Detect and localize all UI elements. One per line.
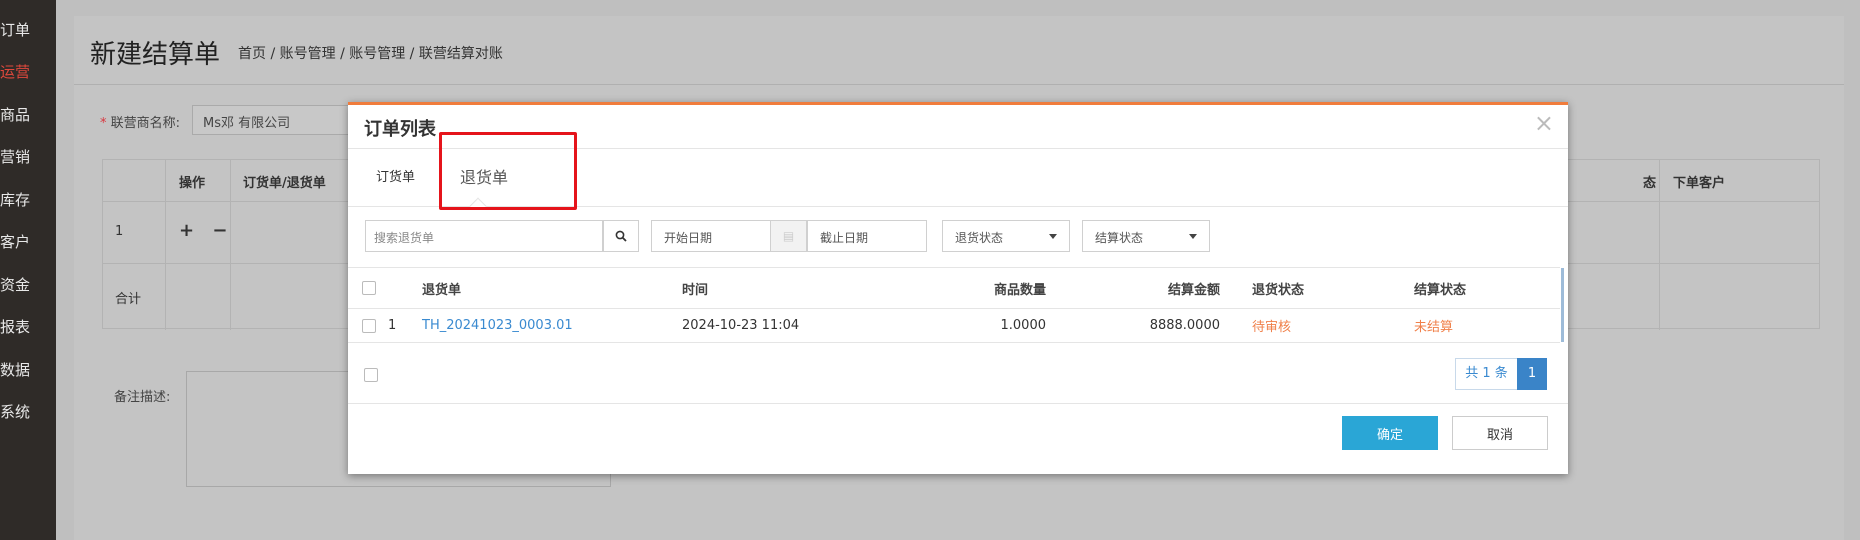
remark-label: 备注描述: <box>114 390 171 405</box>
search-button[interactable] <box>603 220 639 252</box>
table-row[interactable]: 1 TH_20241023_0003.01 2024-10-23 11:04 1… <box>348 309 1560 343</box>
chevron-down-icon <box>1189 234 1197 239</box>
footer-select-all-checkbox[interactable] <box>364 368 378 382</box>
list-header-row: 退货单 时间 商品数量 结算金额 退货状态 结算状态 <box>348 267 1560 309</box>
settle-status-select-label: 结算状态 <box>1095 231 1144 245</box>
row-checkbox[interactable] <box>362 318 376 333</box>
tab-order[interactable]: 订货单 <box>376 149 415 207</box>
sidebar-item-products[interactable]: 商品 <box>0 101 56 129</box>
sidebar-item-marketing[interactable]: 营销 <box>0 143 56 171</box>
pager-page-1[interactable]: 1 <box>1517 358 1547 390</box>
highlight-box <box>439 132 577 210</box>
sidebar-item-reports[interactable]: 报表 <box>0 313 56 341</box>
end-date-input[interactable]: 截止日期 <box>807 220 927 252</box>
footer-checkbox-cell <box>364 368 378 382</box>
header-amount: 结算金额 <box>1167 282 1220 298</box>
header-qty: 商品数量 <box>993 282 1046 298</box>
add-remove-buttons[interactable]: + − <box>179 220 233 241</box>
calendar-icon[interactable]: ▤ <box>770 220 807 252</box>
select-all-checkbox[interactable] <box>362 281 376 295</box>
header-customer: 下单客户 <box>1673 176 1726 191</box>
header-divider <box>74 84 1844 85</box>
search-input[interactable]: 搜索退货单 <box>365 220 603 252</box>
column-divider <box>165 160 166 330</box>
sidebar-item-orders[interactable]: 订单 <box>0 16 56 44</box>
sidebar-item-operations[interactable]: 运营 <box>0 58 56 86</box>
row-return-status: 待审核 <box>1252 320 1292 335</box>
column-divider <box>1659 160 1660 330</box>
settle-status-select[interactable]: 结算状态 <box>1082 220 1210 252</box>
header-order-return: 订货单/退货单 <box>243 176 326 191</box>
row-index: 1 <box>115 224 124 239</box>
page-title: 新建结算单 <box>90 40 221 70</box>
header-time: 时间 <box>682 282 709 298</box>
breadcrumb: 首页 / 账号管理 / 账号管理 / 联营结算对账 <box>238 46 503 62</box>
partner-label: * 联营商名称: <box>100 116 181 131</box>
modal-divider <box>348 403 1568 404</box>
row-time: 2024-10-23 11:04 <box>682 318 800 333</box>
sidebar: 订单 运营 商品 营销 库存 客户 资金 报表 数据 系统 <box>0 0 56 540</box>
select-all-checkbox-cell <box>362 268 376 308</box>
column-divider <box>230 160 231 330</box>
row-amount: 8888.0000 <box>1149 318 1220 333</box>
header-return-status: 退货状态 <box>1252 282 1305 298</box>
confirm-button[interactable]: 确定 <box>1342 416 1438 450</box>
total-label: 合计 <box>115 292 142 307</box>
partner-label-text: 联营商名称: <box>110 116 181 131</box>
search-icon <box>615 230 627 242</box>
sidebar-item-inventory[interactable]: 库存 <box>0 186 56 214</box>
modal-title: 订单列表 <box>364 119 436 140</box>
pager-total: 共 1 条 <box>1455 358 1518 390</box>
return-status-select[interactable]: 退货状态 <box>942 220 1070 252</box>
start-date-input[interactable]: 开始日期 <box>651 220 771 252</box>
sidebar-item-funds[interactable]: 资金 <box>0 271 56 299</box>
row-settle-status: 未结算 <box>1414 320 1454 335</box>
header-settle-status: 结算状态 <box>1414 282 1467 298</box>
header-status: 态 <box>1643 176 1657 191</box>
return-status-select-label: 退货状态 <box>955 231 1004 245</box>
scrollbar[interactable] <box>1561 268 1564 342</box>
sidebar-item-data[interactable]: 数据 <box>0 356 56 384</box>
row-index: 1 <box>388 318 397 333</box>
header-return-no: 退货单 <box>422 282 462 298</box>
sidebar-item-customers[interactable]: 客户 <box>0 228 56 256</box>
row-checkbox-cell <box>362 309 376 342</box>
chevron-down-icon <box>1049 234 1057 239</box>
return-no-link[interactable]: TH_20241023_0003.01 <box>422 309 573 342</box>
sidebar-item-system[interactable]: 系统 <box>0 398 56 426</box>
close-icon[interactable]: × <box>1534 109 1554 137</box>
cancel-button[interactable]: 取消 <box>1452 416 1548 450</box>
header-operation: 操作 <box>179 176 206 191</box>
row-qty: 1.0000 <box>1000 318 1047 333</box>
